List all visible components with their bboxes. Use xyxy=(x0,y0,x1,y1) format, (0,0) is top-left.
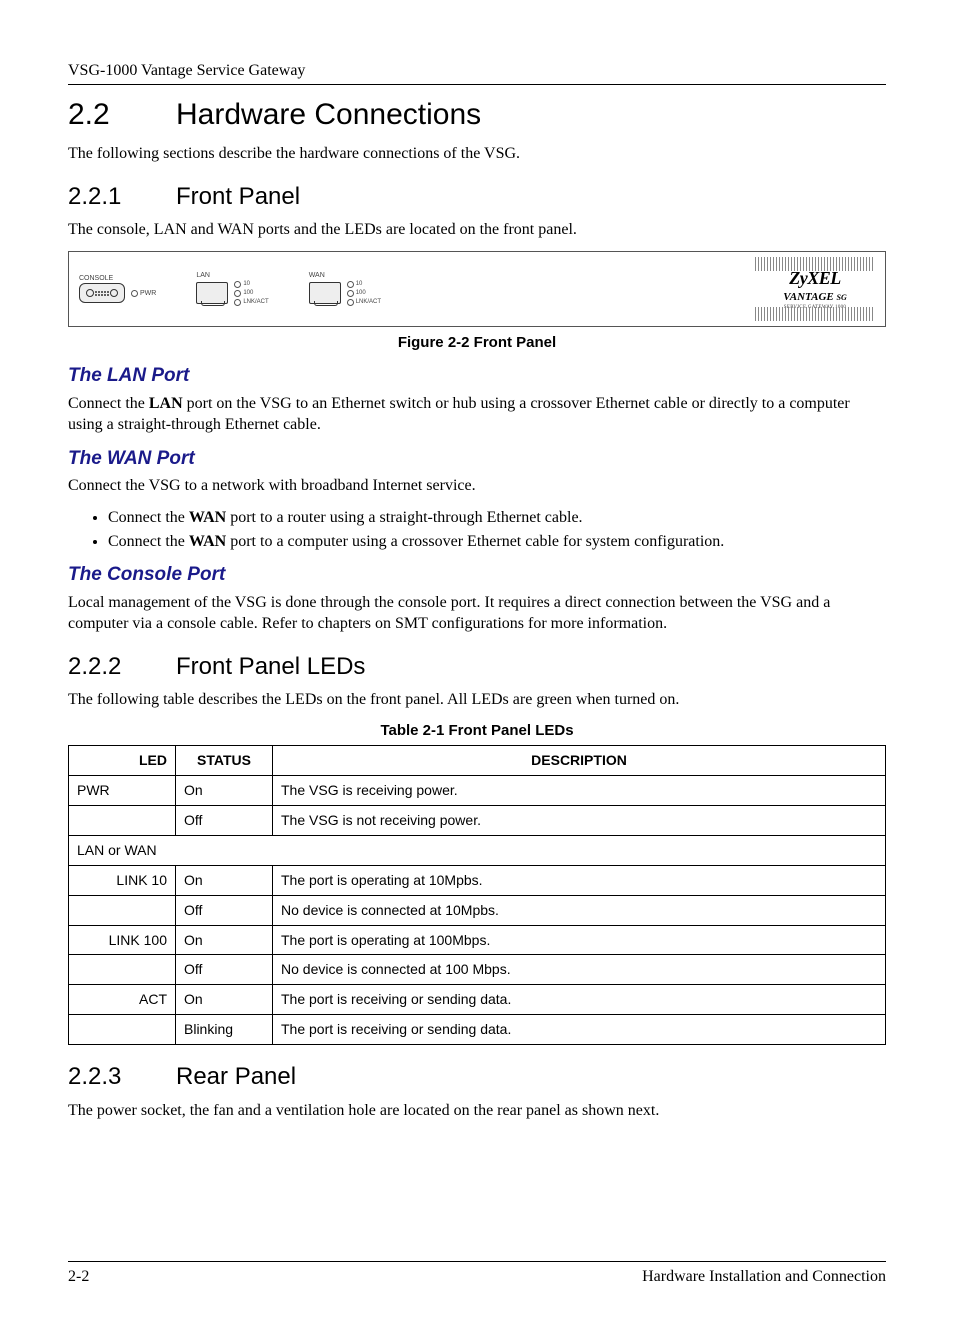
para: Connect the VSG to a network with broadb… xyxy=(68,475,886,497)
th-status: STATUS xyxy=(176,746,273,776)
para: Local management of the VSG is done thro… xyxy=(68,592,886,635)
console-connector-icon xyxy=(79,283,125,303)
table-row: LINK 100 On The port is operating at 100… xyxy=(69,925,886,955)
table-caption: Table 2-1 Front Panel LEDs xyxy=(68,721,886,741)
table-row: ACT On The port is receiving or sending … xyxy=(69,985,886,1015)
heading-num: 2.2 xyxy=(68,95,176,136)
heading-num: 2.2.3 xyxy=(68,1061,176,1093)
heading-wan-port: The WAN Port xyxy=(68,446,886,472)
heading-lan-port: The LAN Port xyxy=(68,363,886,389)
figure-caption: Figure 2-2 Front Panel xyxy=(68,333,886,353)
list-item: Connect the WAN port to a computer using… xyxy=(108,531,886,553)
rj45-icon xyxy=(309,282,341,304)
table-row: Blinking The port is receiving or sendin… xyxy=(69,1015,886,1045)
heading-2-2-1: 2.2.1Front Panel xyxy=(68,181,886,213)
table-group-row: LAN or WAN xyxy=(69,835,886,865)
pwr-led-icon: PWR xyxy=(131,289,156,298)
para: The following table describes the LEDs o… xyxy=(68,689,886,711)
running-header: VSG-1000 Vantage Service Gateway xyxy=(68,60,886,85)
led-table: LED STATUS DESCRIPTION PWR On The VSG is… xyxy=(68,745,886,1045)
table-row: Off No device is connected at 100 Mbps. xyxy=(69,955,886,985)
page-footer: 2-2 Hardware Installation and Connection xyxy=(68,1261,886,1288)
table-row: Off No device is connected at 10Mpbs. xyxy=(69,895,886,925)
para: The console, LAN and WAN ports and the L… xyxy=(68,219,886,241)
th-led: LED xyxy=(69,746,176,776)
heading-text: Rear Panel xyxy=(176,1063,296,1090)
table-header-row: LED STATUS DESCRIPTION xyxy=(69,746,886,776)
table-row: Off The VSG is not receiving power. xyxy=(69,806,886,836)
para: The power socket, the fan and a ventilat… xyxy=(68,1100,886,1122)
heading-text: Front Panel LEDs xyxy=(176,653,365,680)
console-port-graphic: CONSOLE PWR xyxy=(79,274,156,303)
front-panel-figure: CONSOLE PWR LAN 10 100 LNK/ACT WAN 10 xyxy=(68,251,886,327)
heading-2-2-3: 2.2.3Rear Panel xyxy=(68,1061,886,1093)
heading-2-2-2: 2.2.2Front Panel LEDs xyxy=(68,651,886,683)
heading-2-2: 2.2Hardware Connections xyxy=(68,95,886,136)
bullet-list: Connect the WAN port to a router using a… xyxy=(108,507,886,552)
wan-port-graphic: WAN 10 100 LNK/ACT xyxy=(309,271,381,307)
table-row: LINK 10 On The port is operating at 10Mp… xyxy=(69,865,886,895)
para: Connect the LAN port on the VSG to an Et… xyxy=(68,393,886,436)
lan-port-graphic: LAN 10 100 LNK/ACT xyxy=(196,271,268,307)
heading-num: 2.2.1 xyxy=(68,181,176,213)
para: The following sections describe the hard… xyxy=(68,143,886,165)
label: LAN xyxy=(196,271,210,280)
brand-logo: ZyXEL VANTAGE SG SERVICE GATEWAY 1000 xyxy=(755,257,875,321)
heading-text: Front Panel xyxy=(176,183,300,210)
table-row: PWR On The VSG is receiving power. xyxy=(69,776,886,806)
list-item: Connect the WAN port to a router using a… xyxy=(108,507,886,529)
chapter-title: Hardware Installation and Connection xyxy=(642,1266,886,1288)
heading-console-port: The Console Port xyxy=(68,562,886,588)
page-number: 2-2 xyxy=(68,1266,89,1288)
th-desc: DESCRIPTION xyxy=(273,746,886,776)
brand-text: ZyXEL xyxy=(789,266,841,290)
rj45-icon xyxy=(196,282,228,304)
label: WAN xyxy=(309,271,325,280)
doc-title: VSG-1000 Vantage Service Gateway xyxy=(68,62,305,79)
heading-num: 2.2.2 xyxy=(68,651,176,683)
label: CONSOLE xyxy=(79,274,113,283)
heading-text: Hardware Connections xyxy=(176,98,481,131)
